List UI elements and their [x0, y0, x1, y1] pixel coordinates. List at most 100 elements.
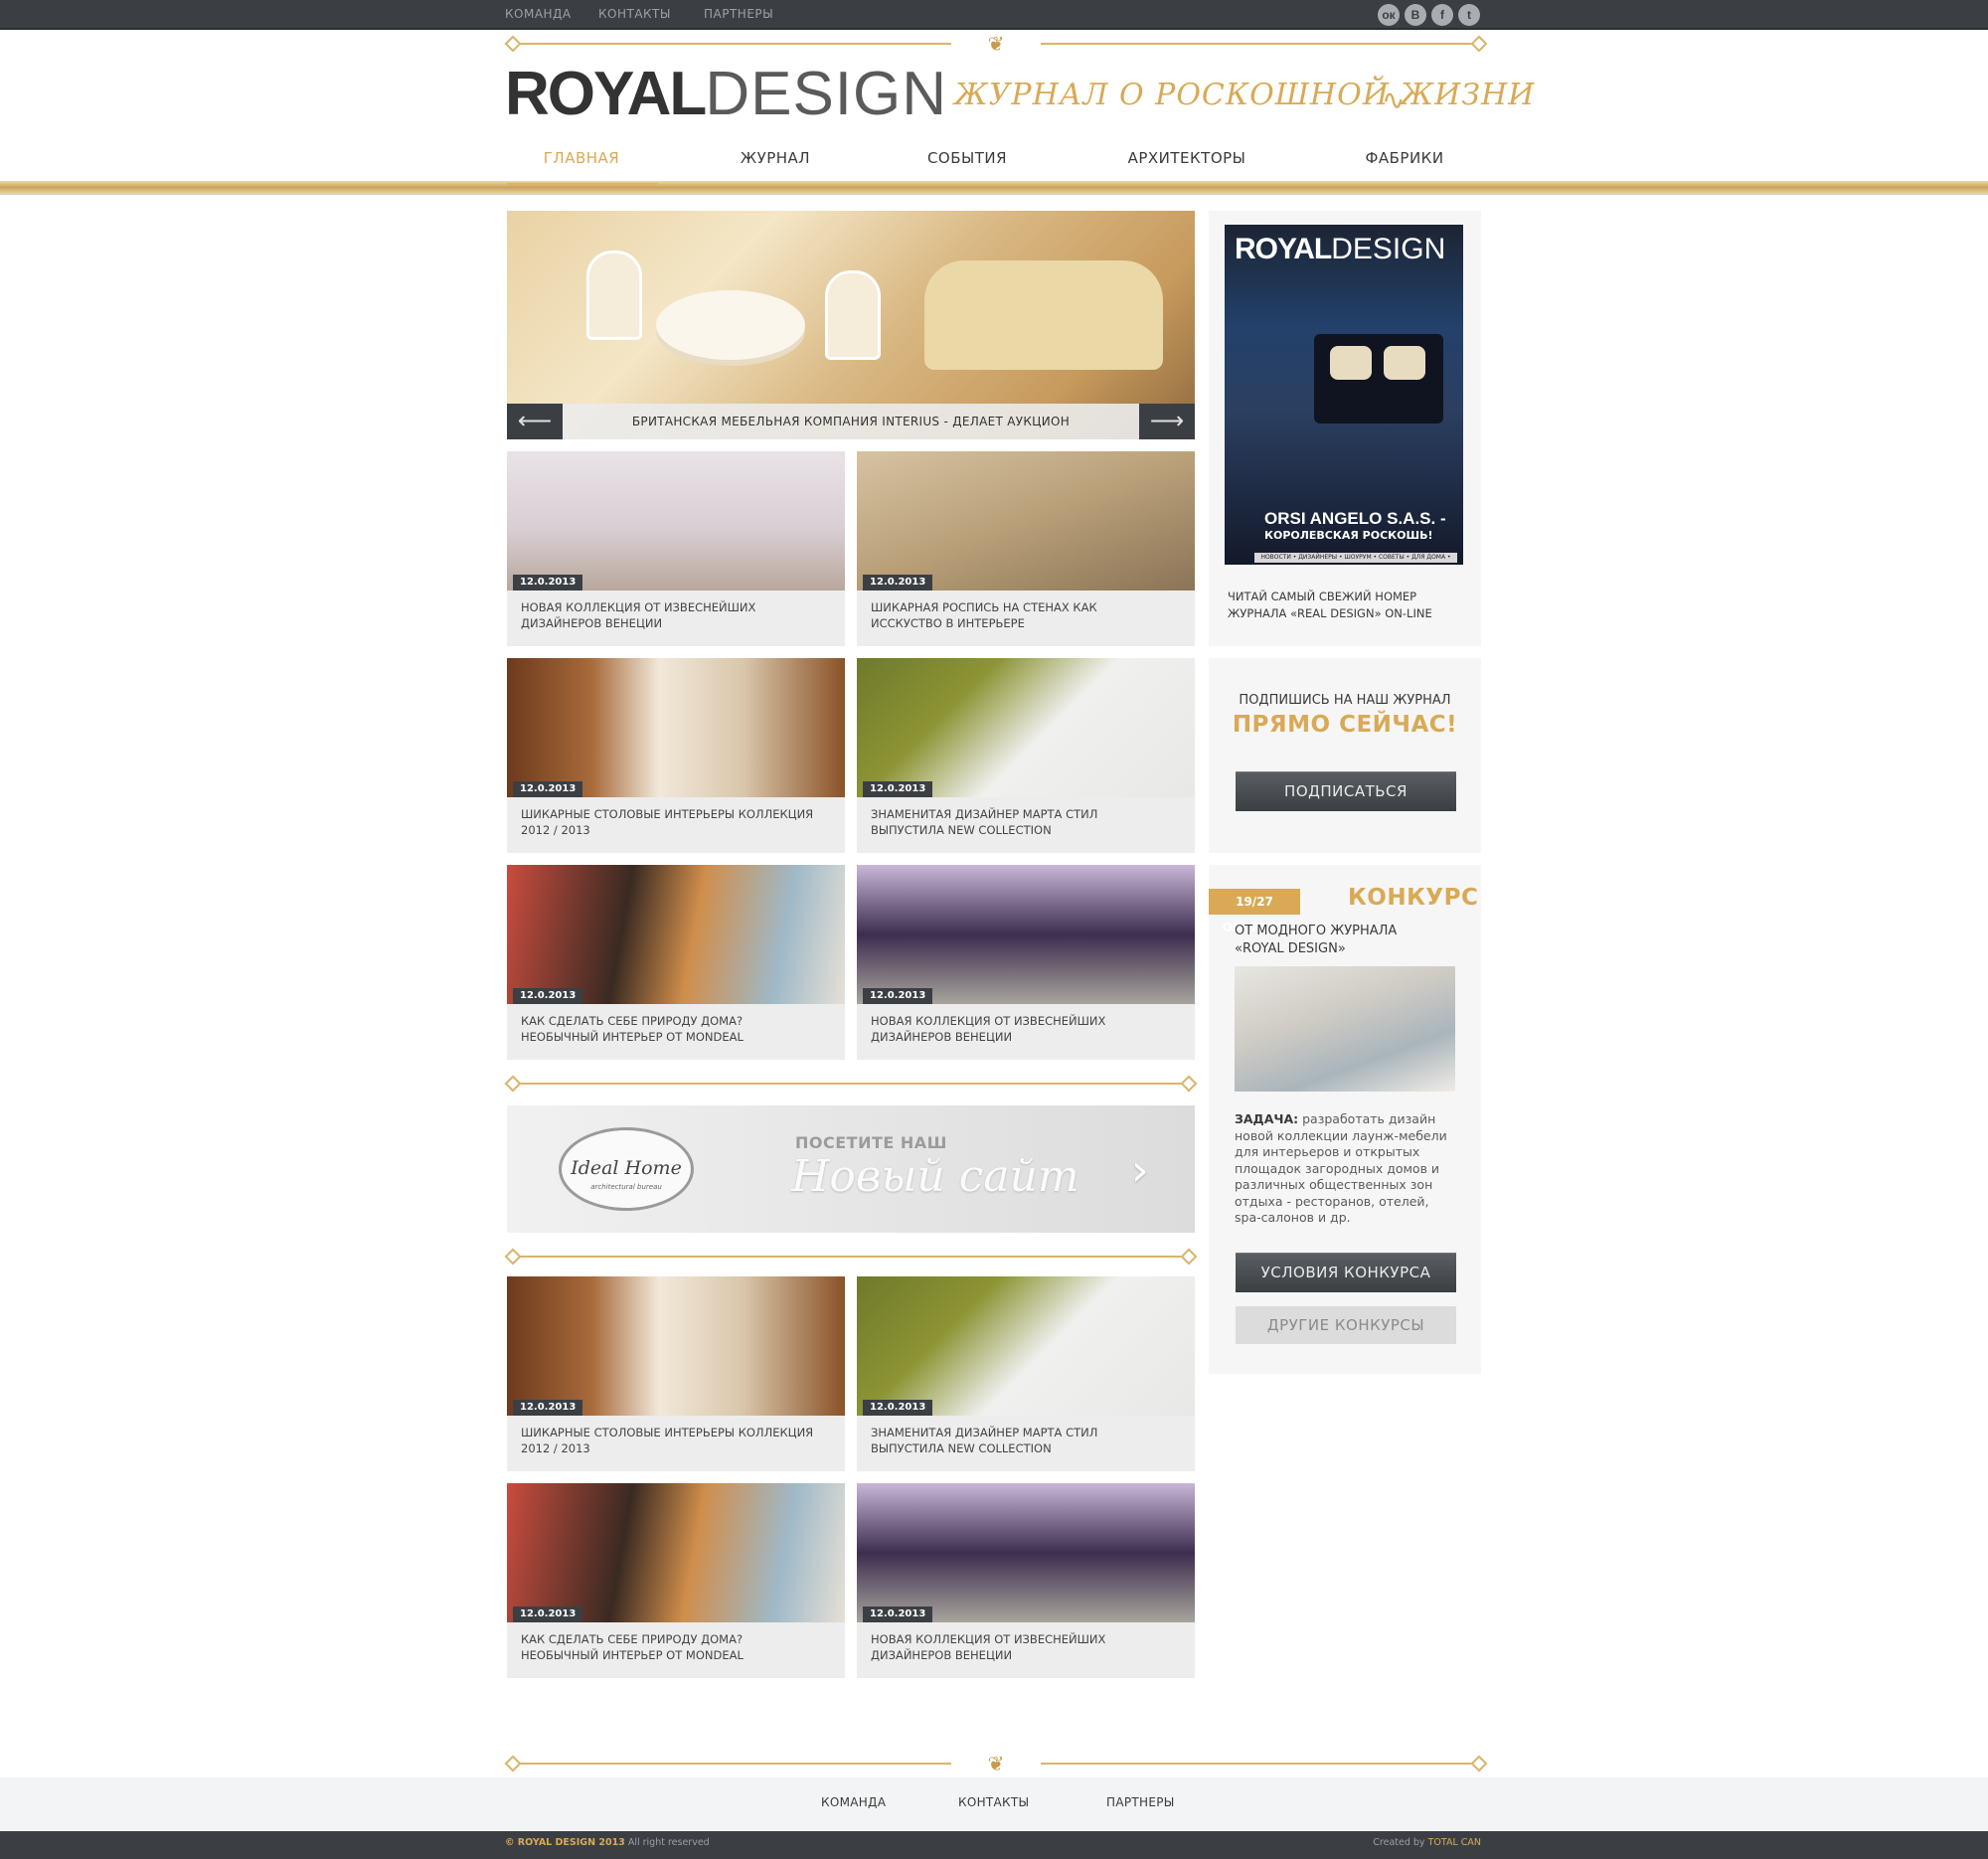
credit[interactable]: Created by TOTAL CAN: [1373, 1837, 1481, 1848]
article-title[interactable]: КАК СДЕЛАТЬ СЕБЕ ПРИРОДУ ДОМА? НЕОБЫЧНЫЙ…: [521, 1013, 819, 1045]
slider-chair: [825, 270, 881, 360]
contest-subtitle: ОТ МОДНОГО ЖУРНАЛА: [1235, 924, 1398, 938]
magazine-cover-subtitle: КОРОЛЕВСКАЯ РОСКОШЬ!: [1264, 529, 1433, 542]
site-logo[interactable]: ROYALDESIGN: [505, 64, 947, 125]
header-ornament-divider: ❦: [504, 30, 1488, 58]
slider-prev-button[interactable]: ⟵: [507, 404, 563, 439]
footer-link-contacts[interactable]: КОНТАКТЫ: [958, 1795, 1029, 1809]
twitter-icon[interactable]: t: [1458, 4, 1480, 26]
article-title[interactable]: НОВАЯ КОЛЛЕКЦИЯ ОТ ИЗВЕСНЕЙШИХ ДИЗАЙНЕРО…: [521, 599, 819, 631]
subscribe-cta-text: ПРЯМО СЕЙЧАС!: [1232, 712, 1458, 738]
cover-pillow: [1384, 346, 1425, 380]
magazine-text: ЧИТАЙ САМЫЙ СВЕЖИЙ НОМЕР: [1228, 590, 1417, 603]
top-link-contacts[interactable]: КОНТАКТЫ: [598, 7, 671, 21]
magazine-text[interactable]: ЖУРНАЛА «REAL DESIGN» ON-LINE: [1228, 605, 1432, 622]
nav-active-indicator: [507, 183, 658, 186]
site-tagline: ЖУРНАЛ О РОСКОШНОЙ ЖИЗНИ: [954, 78, 1536, 112]
top-link-team[interactable]: КОМАНДА: [505, 7, 572, 21]
magazine-cover[interactable]: ROYALDESIGN ORSI ANGELO S.A.S. - КОРОЛЕВ…: [1225, 225, 1463, 565]
article-date: 12.0.2013: [863, 1606, 933, 1622]
article-card[interactable]: 12.0.2013 НОВАЯ КОЛЛЕКЦИЯ ОТ ИЗВЕСНЕЙШИХ…: [857, 865, 1195, 1060]
top-bar: [0, 0, 1988, 30]
article-title[interactable]: НОВАЯ КОЛЛЕКЦИЯ ОТ ИЗВЕСНЕЙШИХ ДИЗАЙНЕРО…: [871, 1013, 1169, 1045]
slider-caption[interactable]: БРИТАНСКАЯ МЕБЕЛЬНАЯ КОМПАНИЯ INTERIUS -…: [563, 404, 1139, 439]
flourish-icon: ❦: [951, 1750, 1041, 1777]
top-link-partners[interactable]: ПАРТНЕРЫ: [704, 7, 773, 21]
article-title[interactable]: ШИКАРНЫЕ СТОЛОВЫЕ ИНТЕРЬЕРЫ КОЛЛЕКЦИЯ 20…: [521, 1425, 819, 1456]
chevron-right-icon[interactable]: ›: [1131, 1145, 1149, 1196]
article-date: 12.0.2013: [863, 1400, 933, 1416]
article-card[interactable]: 12.0.2013 ШИКАРНЫЕ СТОЛОВЫЕ ИНТЕРЬЕРЫ КО…: [507, 658, 845, 853]
article-date: 12.0.2013: [513, 1400, 583, 1416]
footer-link-partners[interactable]: ПАРТНЕРЫ: [1106, 1795, 1175, 1809]
article-image: [857, 1276, 1195, 1416]
content-divider: [504, 1075, 1198, 1093]
article-title[interactable]: КАК СДЕЛАТЬ СЕБЕ ПРИРОДУ ДОМА? НЕОБЫЧНЫЙ…: [521, 1631, 819, 1663]
slider-sofa: [924, 260, 1163, 370]
odnoklassniki-icon[interactable]: ок: [1378, 4, 1400, 26]
article-image: [507, 658, 845, 797]
article-card[interactable]: 12.0.2013 ШИКАРНЫЕ СТОЛОВЫЕ ИНТЕРЬЕРЫ КО…: [507, 1276, 845, 1471]
article-date: 12.0.2013: [513, 988, 583, 1004]
contest-terms-button[interactable]: УСЛОВИЯ КОНКУРСА: [1236, 1253, 1456, 1292]
slider-next-button[interactable]: ⟶: [1139, 404, 1195, 439]
article-image: [507, 451, 845, 591]
nav-item-architects[interactable]: АРХИТЕКТОРЫ: [1097, 149, 1276, 167]
article-title[interactable]: ЗНАМЕНИТАЯ ДИЗАЙНЕР МАРТА СТИЛ ВЫПУСТИЛА…: [871, 1425, 1169, 1456]
nav-item-home[interactable]: ГЛАВНАЯ: [492, 149, 671, 167]
contest-image[interactable]: [1235, 966, 1455, 1092]
contest-task: ЗАДАЧА: разработать дизайн новой коллекц…: [1235, 1111, 1447, 1225]
article-date: 12.0.2013: [513, 1606, 583, 1622]
article-image: [857, 1483, 1195, 1622]
subscribe-widget: [1209, 658, 1481, 853]
subscribe-text: ПОДПИШИСЬ НА НАШ ЖУРНАЛ: [1239, 693, 1451, 708]
article-card[interactable]: 12.0.2013 ШИКАРНАЯ РОСПИСЬ НА СТЕНАХ КАК…: [857, 451, 1195, 646]
nav-item-events[interactable]: СОБЫТИЯ: [878, 149, 1057, 167]
footer-link-team[interactable]: КОМАНДА: [821, 1795, 886, 1809]
tagline-flourish-icon: ∿: [1382, 84, 1406, 116]
article-card[interactable]: 12.0.2013 ЗНАМЕНИТАЯ ДИЗАЙНЕР МАРТА СТИЛ…: [857, 1276, 1195, 1471]
flourish-icon: ❦: [951, 30, 1041, 58]
page: КОМАНДА КОНТАКТЫ ПАРТНЕРЫ ок В f t ❦ ROY…: [0, 0, 1988, 1859]
article-date: 12.0.2013: [513, 575, 583, 591]
article-card[interactable]: 12.0.2013 КАК СДЕЛАТЬ СЕБЕ ПРИРОДУ ДОМА?…: [507, 865, 845, 1060]
article-date: 12.0.2013: [863, 575, 933, 591]
nav-item-factories[interactable]: ФАБРИКИ: [1315, 149, 1494, 167]
article-date: 12.0.2013: [863, 781, 933, 797]
content-divider: [504, 1248, 1198, 1266]
bottom-bar: [0, 1831, 1988, 1859]
banner-headline: Новый сайт: [791, 1151, 1079, 1202]
contest-subtitle: «ROYAL DESIGN»: [1235, 941, 1346, 956]
ideal-home-logo-text: Ideal Home: [571, 1157, 682, 1179]
contest-title: КОНКУРС: [1348, 885, 1479, 911]
article-image: [857, 451, 1195, 591]
article-title[interactable]: ШИКАРНЫЕ СТОЛОВЫЕ ИНТЕРЬЕРЫ КОЛЛЕКЦИЯ 20…: [521, 806, 819, 838]
article-title[interactable]: НОВАЯ КОЛЛЕКЦИЯ ОТ ИЗВЕСНЕЙШИХ ДИЗАЙНЕРО…: [871, 1631, 1169, 1663]
other-contests-button[interactable]: ДРУГИЕ КОНКУРСЫ: [1236, 1306, 1456, 1344]
article-date: 12.0.2013: [513, 781, 583, 797]
magazine-cover-title: ORSI ANGELO S.A.S. -: [1264, 509, 1446, 528]
article-image: [507, 1276, 845, 1416]
slider-chair: [586, 251, 642, 340]
article-title[interactable]: ЗНАМЕНИТАЯ ДИЗАЙНЕР МАРТА СТИЛ ВЫПУСТИЛА…: [871, 806, 1169, 838]
article-card[interactable]: 12.0.2013 КАК СДЕЛАТЬ СЕБЕ ПРИРОДУ ДОМА?…: [507, 1483, 845, 1678]
article-card[interactable]: 12.0.2013 НОВАЯ КОЛЛЕКЦИЯ ОТ ИЗВЕСНЕЙШИХ…: [507, 451, 845, 646]
vkontakte-icon[interactable]: В: [1405, 4, 1426, 26]
article-image: [507, 865, 845, 1004]
magazine-cover-footer: НОВОСТИ • ДИЗАЙНЕРЫ • ШОУРУМ • СОВЕТЫ • …: [1254, 553, 1457, 565]
nav-gold-bar: [0, 181, 1988, 195]
cover-pillow: [1330, 346, 1372, 380]
article-card[interactable]: 12.0.2013 НОВАЯ КОЛЛЕКЦИЯ ОТ ИЗВЕСНЕЙШИХ…: [857, 1483, 1195, 1678]
ideal-home-banner[interactable]: Ideal Home architectural bureau ПОСЕТИТЕ…: [507, 1105, 1195, 1233]
subscribe-button[interactable]: ПОДПИСАТЬСЯ: [1236, 771, 1456, 811]
facebook-icon[interactable]: f: [1431, 4, 1453, 26]
article-date: 12.0.2013: [863, 988, 933, 1004]
magazine-cover-logo: ROYALDESIGN: [1235, 233, 1446, 265]
article-image: [857, 658, 1195, 797]
article-image: [857, 865, 1195, 1004]
banner-lead-text: ПОСЕТИТЕ НАШ: [795, 1133, 947, 1152]
article-title[interactable]: ШИКАРНАЯ РОСПИСЬ НА СТЕНАХ КАК ИССКУСТВО…: [871, 599, 1169, 631]
slider-table: [656, 290, 805, 360]
nav-item-magazine[interactable]: ЖУРНАЛ: [686, 149, 865, 167]
article-card[interactable]: 12.0.2013 ЗНАМЕНИТАЯ ДИЗАЙНЕР МАРТА СТИЛ…: [857, 658, 1195, 853]
